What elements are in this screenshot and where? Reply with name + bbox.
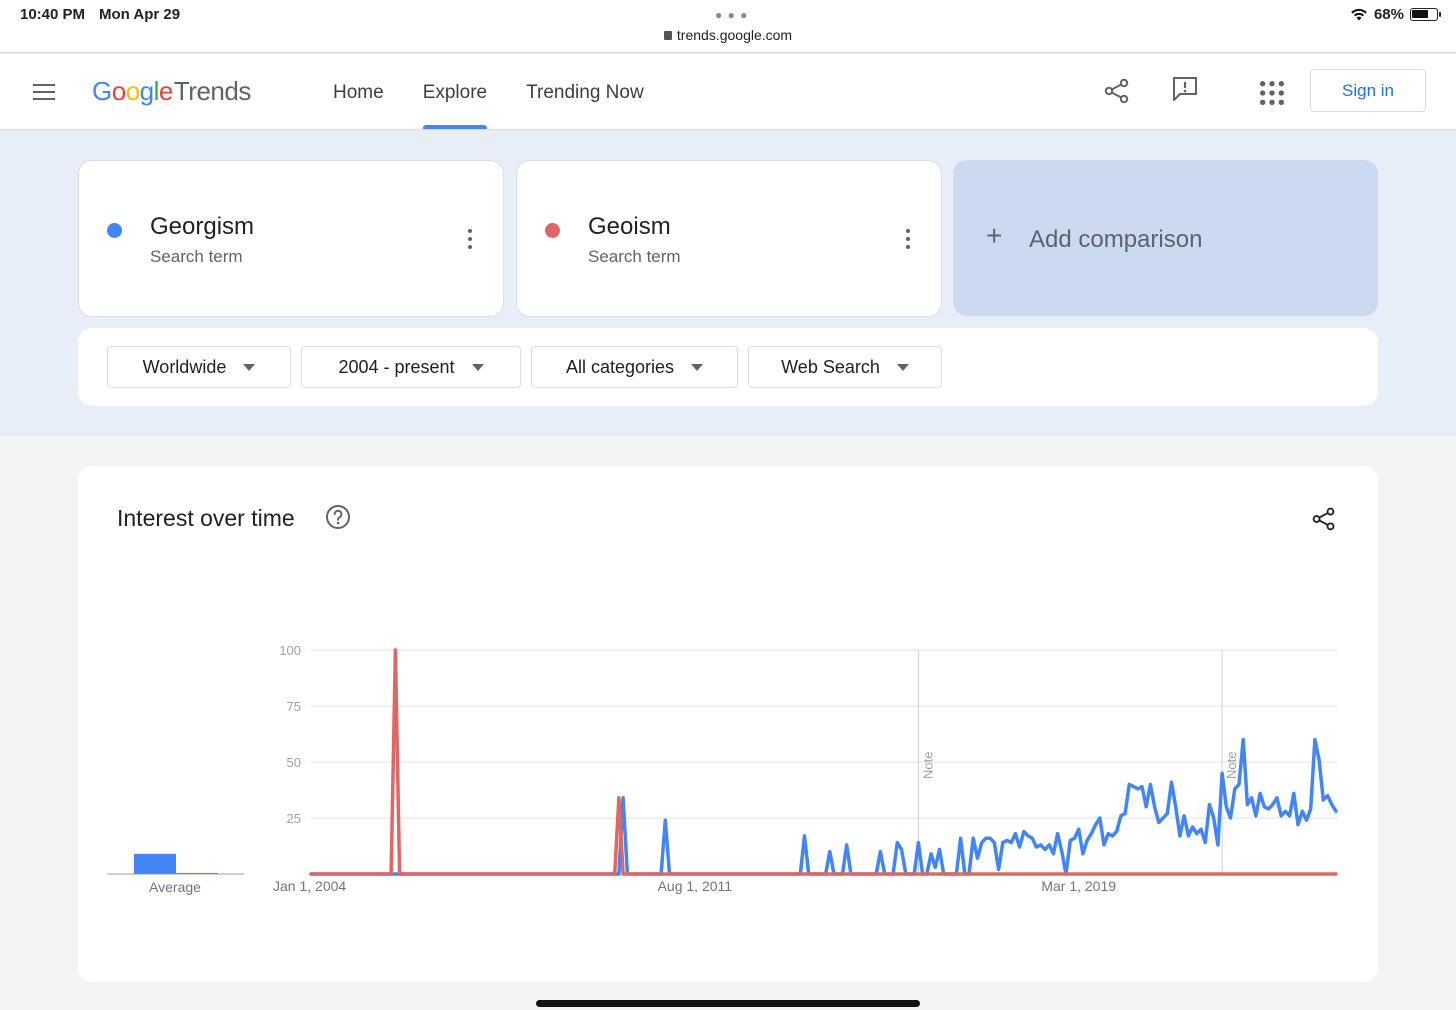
home-indicator[interactable] [536,1000,920,1007]
trends-wordmark: Trends [173,76,251,106]
category-dropdown[interactable]: All categories [531,346,738,388]
app-header: GoogleTrends Home Explore Trending Now S… [0,54,1456,130]
sign-in-button[interactable]: Sign in [1310,69,1426,112]
logo-letter: o [111,76,126,106]
x-tick-label: Aug 1, 2011 [658,878,733,894]
region-dropdown[interactable]: Worldwide [107,346,291,388]
status-indicators: 68% [1350,6,1441,23]
series-color-dot [107,223,122,238]
term-card-geoism[interactable]: Geoism Search term [516,160,942,317]
y-tick-label: 50 [287,755,301,770]
series-color-dot [545,223,560,238]
note-label[interactable]: Note [920,752,935,779]
search-type-dropdown[interactable]: Web Search [748,346,942,388]
y-tick-label: 75 [287,699,301,714]
x-tick-label: Jan 1, 2004 [273,878,346,894]
note-label[interactable]: Note [1224,752,1239,779]
apps-grid-icon[interactable] [1258,79,1286,107]
battery-percent: 68% [1373,6,1404,23]
search-type-value: Web Search [781,356,880,377]
nav-home[interactable]: Home [333,82,384,104]
menu-icon[interactable] [33,84,55,100]
dropdown-arrow-icon [471,363,484,371]
dropdown-arrow-icon [243,363,256,371]
more-options-icon[interactable] [467,229,473,251]
average-label: Average [149,879,201,895]
wifi-icon [1351,8,1367,21]
x-tick-label: Mar 1, 2019 [1041,878,1116,894]
logo-letter: e [158,76,173,106]
interest-line-chart[interactable]: 100 75 50 25 Note Note Jan 1, 2004 Aug 1, 2011 M… [78,466,1378,982]
multitasking-dots-icon[interactable]: ● ● ● [715,8,748,22]
dropdown-arrow-icon [691,363,704,371]
google-wordmark: Google [92,76,173,106]
region-value: Worldwide [142,356,227,377]
google-trends-logo[interactable]: GoogleTrends [92,76,251,107]
url-text: trends.google.com [676,27,793,43]
term-name[interactable]: Georgism [150,213,254,241]
term-type: Search term [150,247,243,266]
nav-trending-now[interactable]: Trending Now [526,82,644,104]
main-nav: Home Explore Trending Now [333,82,683,129]
feedback-icon[interactable] [1171,75,1199,103]
battery-icon [1410,8,1441,21]
interest-over-time-card: Interest over time 100 75 50 25 Note Note Jan … [78,466,1378,982]
time-range-dropdown[interactable]: 2004 - present [301,346,521,388]
status-date: Mon Apr 29 [99,6,181,23]
logo-letter: G [92,76,112,106]
logo-letter: g [139,76,154,106]
logo-letter: o [125,76,140,106]
address-bar[interactable]: trends.google.com [0,27,1456,43]
average-bar-georgism[interactable] [134,853,176,874]
time-range-value: 2004 - present [338,356,455,377]
series-line-georgism[interactable] [309,737,1338,876]
share-icon[interactable] [1103,77,1131,105]
average-bar-geoism[interactable] [176,872,218,874]
lock-icon [663,31,672,40]
term-type: Search term [588,247,681,266]
y-tick-label: 100 [279,643,301,658]
term-name[interactable]: Geoism [588,213,671,241]
add-comparison-button[interactable]: + Add comparison [953,160,1378,316]
more-options-icon[interactable] [905,229,911,251]
category-value: All categories [565,356,675,377]
nav-explore[interactable]: Explore [422,82,488,129]
filter-bar: Worldwide 2004 - present All categories … [78,328,1378,406]
status-bar: 10:40 PM Mon Apr 29 ● ● ● trends.google.… [0,0,1456,53]
y-tick-label: 25 [287,811,301,826]
add-comparison-label: Add comparison [1029,226,1203,253]
dropdown-arrow-icon [896,363,909,371]
term-card-georgism[interactable]: Georgism Search term [78,160,504,317]
status-time: 10:40 PM [20,6,86,23]
plus-icon: + [986,220,1003,251]
